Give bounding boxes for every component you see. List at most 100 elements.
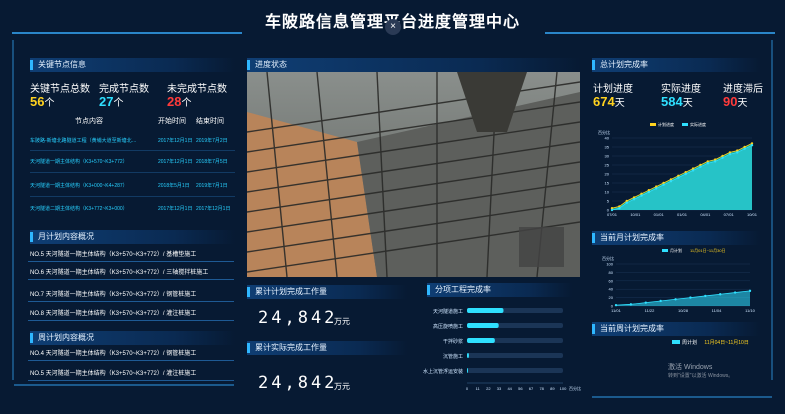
stat-label: 实际进度 — [661, 84, 701, 95]
y-tick-label: 15 — [605, 181, 610, 186]
data-point — [644, 301, 647, 304]
plan-workload-header: 累计计划完成工作量 — [247, 285, 407, 299]
stat-label: 未完成节点数 — [167, 84, 227, 95]
x-tick-label: 11 — [476, 386, 481, 391]
activation-watermark-sub: 转到"设置"以激活 Windows。 — [668, 373, 734, 379]
data-point — [647, 190, 651, 194]
weekly-plan-header: 周计划内容概况 — [30, 331, 235, 345]
node-content: 天河隧道一期主体结构（K3+570~K3+772） — [30, 159, 128, 165]
x-tick-label: 89 — [550, 386, 555, 391]
y-tick-label: 80 — [609, 270, 614, 275]
stat-label: 关键节点总数 — [30, 84, 90, 95]
stat-value: 90天 — [723, 94, 748, 109]
actual-workload-value: 24,842 — [258, 373, 338, 393]
list-item[interactable]: NO.8 天河隧道一期主体结构（K3+570~K3+772）/ 灌注桩施工 — [28, 307, 234, 321]
frame-left — [12, 40, 14, 380]
week-legend-range: 11月04日~11月10日 — [704, 340, 749, 346]
data-point — [640, 194, 643, 197]
list-item[interactable]: NO.7 天河隧道一期主体结构（K3+570~K3+772）/ 钢管桩施工 — [28, 288, 234, 302]
x-tick-label: 100 — [560, 386, 567, 391]
node-start: 2017年12月1日 — [158, 206, 193, 212]
x-tick-label: 07/01 — [607, 212, 618, 217]
x-tick-label: 01/01 — [677, 212, 688, 217]
bar — [467, 353, 469, 358]
x-tick-label: 11/01 — [611, 308, 621, 313]
legend-label: 实际进度 — [690, 121, 706, 127]
data-point — [728, 153, 732, 156]
y-tick-label: 5 — [607, 199, 610, 204]
node-end: 2018年7月5日 — [196, 159, 228, 165]
col-header-start: 开始时间 — [158, 118, 186, 125]
legend-range: 11月01日~11月30日 — [690, 248, 726, 253]
stat-label: 完成节点数 — [99, 84, 149, 95]
list-item[interactable]: NO.5 天河隧道一期主体结构（K3+570~K3+772）/ 基槽垫施工 — [28, 248, 234, 262]
row-divider — [30, 150, 235, 151]
x-tick-label: 10/28 — [678, 308, 689, 313]
category-label: 高压旋喷施工 — [433, 323, 463, 330]
frame-right — [771, 40, 773, 380]
x-tick-label: 67 — [529, 386, 534, 391]
stat-label: 进度滞后 — [723, 84, 763, 95]
close-icon[interactable]: × — [385, 19, 401, 35]
plan-workload-value: 24,842 — [258, 308, 338, 328]
bar — [467, 308, 504, 313]
frame-top-left — [12, 32, 242, 34]
list-item[interactable]: NO.4 天河隧道一期主体结构（K3+570~K3+772）/ 钢管桩施工 — [28, 347, 234, 361]
y-tick-label: 60 — [609, 278, 614, 283]
data-point — [713, 160, 717, 163]
node-start: 2017年12月1日 — [158, 159, 193, 165]
right-bottom-line — [592, 396, 772, 398]
bar — [467, 368, 468, 373]
col-header-end: 结束时间 — [196, 118, 224, 125]
x-tick-label: 56 — [518, 386, 523, 391]
plan-workload-unit: 万元 — [334, 317, 350, 326]
list-item[interactable]: NO.5 天河隧道一期主体结构（K3+570~K3+772）/ 灌注桩施工 — [28, 367, 234, 381]
node-start: 2018年5月1日 — [158, 183, 190, 189]
data-point — [719, 293, 722, 296]
category-label: 干拌砂浆 — [443, 338, 463, 345]
data-point — [632, 198, 636, 201]
data-point — [655, 187, 658, 190]
list-item[interactable]: NO.6 天河隧道一期主体结构（K3+570~K3+772）/ 三轴搅拌桩施工 — [28, 266, 234, 280]
data-point — [625, 201, 628, 204]
data-point — [614, 303, 618, 307]
month-plan-header: 当前月计划完成率 — [592, 231, 760, 245]
total-plan-chart: 百分比051015202530354007/01 10/01 01/01 01/01 0… — [598, 121, 758, 217]
category-label: 沉管施工 — [443, 353, 463, 360]
data-point — [677, 176, 680, 179]
legend-swatch — [650, 123, 656, 126]
data-point — [721, 156, 724, 159]
data-point — [750, 144, 754, 147]
rebar-image — [247, 72, 580, 277]
x-tick-label: 07/01 — [724, 212, 735, 217]
x-tick-label: 22 — [486, 386, 491, 391]
data-point — [629, 303, 633, 306]
node-content: 天河隧道一期主体结构（K3+000~K4+287） — [30, 183, 128, 189]
y-tick-label: 40 — [609, 287, 614, 292]
data-point — [706, 162, 709, 165]
legend-swatch — [682, 123, 688, 126]
series-area — [612, 145, 752, 210]
row-divider — [30, 196, 235, 197]
month-plan-chart: 百分比02040608010011/01 11/22 10/28 11/04 11/10… — [602, 247, 756, 313]
y-axis-label: 百分比 — [598, 129, 610, 135]
total-plan-header: 总计划完成率 — [592, 58, 760, 72]
bar — [467, 338, 495, 343]
node-end: 2019年7月2日 — [196, 138, 228, 144]
legend-label: 计划进度 — [658, 121, 674, 127]
y-tick-label: 10 — [605, 190, 610, 195]
x-tick-label: 11/10 — [745, 308, 755, 313]
bar — [467, 323, 499, 328]
actual-workload-unit: 万元 — [334, 382, 350, 391]
x-tick-label: 11/04 — [712, 308, 722, 313]
data-point — [743, 147, 746, 150]
y-tick-label: 30 — [605, 154, 610, 159]
legend-swatch — [662, 249, 668, 252]
row-divider — [30, 172, 235, 173]
x-axis-label: 百分比 — [569, 385, 581, 391]
node-end: 2019年7月1日 — [196, 183, 228, 189]
subitem-header: 分项工程完成率 — [427, 283, 572, 297]
x-tick-label: 78 — [539, 386, 544, 391]
node-content: 车陂路-新塘北路隧道工程（黄埔大道至新塘北… — [30, 138, 137, 144]
category-label: 天河隧道施工 — [433, 308, 463, 315]
